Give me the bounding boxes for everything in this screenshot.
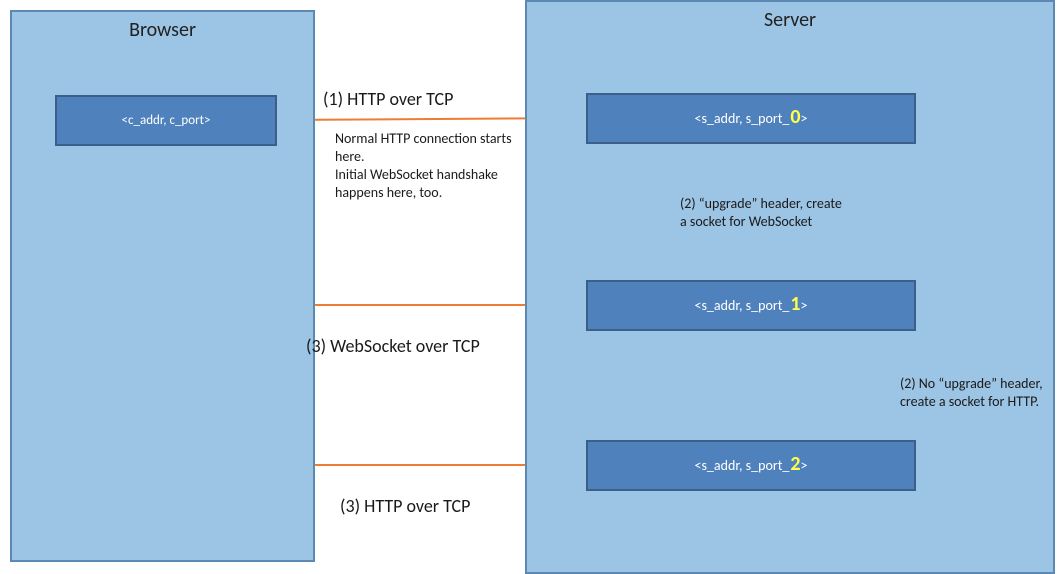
- step2b-line1: (2) No “upgrade” header,: [900, 375, 1043, 393]
- step1-note-line1: Normal HTTP connection starts: [335, 130, 512, 148]
- step2b-line2: create a socket for HTTP.: [900, 393, 1039, 411]
- server-port0-tail: >: [801, 110, 808, 127]
- client-node: <c_addr, c_port>: [55, 95, 277, 146]
- browser-panel: Browser: [10, 10, 315, 562]
- client-node-label: <c_addr, c_port>: [122, 113, 211, 128]
- server-port2-suffix: 2: [789, 452, 800, 476]
- server-port2-node: <s_addr, s_port_ 2 >: [586, 440, 916, 491]
- step2a-line2: a socket for WebSocket: [680, 213, 812, 231]
- server-port2-prefix: <s_addr, s_port_: [694, 457, 789, 474]
- step1-note-line4: happens here, too.: [335, 184, 442, 202]
- server-port1-suffix: 1: [789, 292, 800, 316]
- step3-ws-label: (3) WebSocket over TCP: [306, 335, 480, 358]
- step1-note-line3: Initial WebSocket handshake: [335, 166, 498, 184]
- browser-panel-title: Browser: [12, 12, 313, 42]
- step3-http-label: (3) HTTP over TCP: [340, 495, 470, 518]
- step1-note-line2: here.: [335, 148, 365, 166]
- step1-title-label: (1) HTTP over TCP: [323, 88, 453, 111]
- server-port0-node: <s_addr, s_port_ 0 >: [586, 93, 916, 144]
- step2a-line1: (2) “upgrade” header, create: [680, 195, 842, 213]
- server-panel-title: Server: [527, 2, 1053, 32]
- server-port1-node: <s_addr, s_port_ 1 >: [586, 280, 916, 331]
- server-port1-prefix: <s_addr, s_port_: [694, 297, 789, 314]
- server-port0-prefix: <s_addr, s_port_: [694, 110, 789, 127]
- server-port1-tail: >: [801, 297, 808, 314]
- server-port0-suffix: 0: [789, 105, 800, 129]
- server-port2-tail: >: [801, 457, 808, 474]
